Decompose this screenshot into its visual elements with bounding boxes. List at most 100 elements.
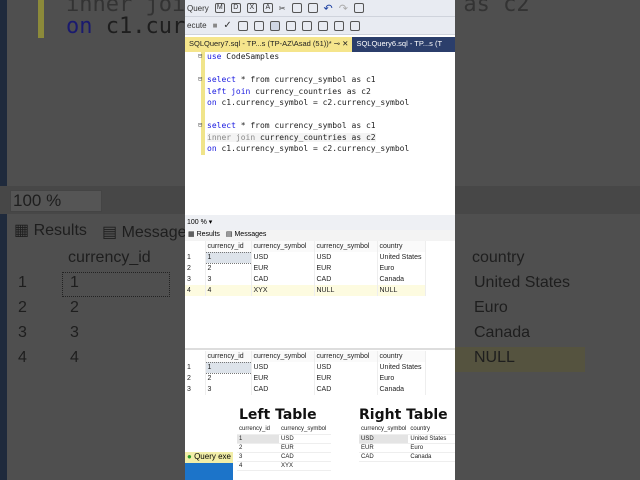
grid-cell[interactable]: EUR <box>251 373 315 384</box>
indent-icon[interactable] <box>349 20 360 31</box>
grid-cell[interactable]: Canada <box>377 274 426 285</box>
dmx-query-icon[interactable]: D <box>230 3 241 13</box>
grid-header-row: currency_id currency_symbol currency_symbo… <box>185 351 426 362</box>
bg-cell-id: 1 <box>70 274 79 291</box>
sql-keyword: left join <box>207 87 251 96</box>
left-table: currency_id currency_symbol 1 USD 2 EUR 3 CAD 4 X… <box>237 425 331 471</box>
activity-monitor-icon[interactable] <box>353 3 364 13</box>
tab-sqlquery6[interactable]: SQLQuery6.sql - TP...s (T <box>352 37 446 52</box>
mini-header-row: currency_id currency_symbol <box>237 425 331 435</box>
grid-header-row: currency_id currency_symbol currency_symbo… <box>185 241 426 252</box>
grid-cell[interactable]: 4 <box>205 285 252 296</box>
messages-label: Messages <box>234 231 267 238</box>
grid-cell[interactable]: 2 <box>205 263 252 274</box>
client-stats-icon[interactable] <box>317 20 328 31</box>
parse-check-icon[interactable]: ✓ <box>223 20 231 31</box>
close-icon[interactable]: ✕ <box>342 39 348 48</box>
results-to-grid-icon[interactable] <box>269 20 280 31</box>
code-line: select * from currency_symbol as c1 <box>207 75 376 84</box>
results-tab[interactable]: ▦ Results <box>188 230 220 241</box>
results-grid-inner-join[interactable]: currency_id currency_symbol currency_symbo… <box>185 351 455 401</box>
collapse-icon[interactable]: ⊟ <box>198 52 202 60</box>
column-header: country <box>377 351 426 362</box>
bg-cell-c: Canada <box>474 324 531 341</box>
pin-icon[interactable]: ⊸ <box>334 39 340 48</box>
column-header: country <box>408 425 455 435</box>
display-plan-icon[interactable] <box>237 20 248 31</box>
xmla-query-icon[interactable]: X <box>246 3 257 13</box>
cut-icon[interactable]: ✂ <box>279 4 286 13</box>
right-table-title: Right Table <box>359 407 448 423</box>
row-number[interactable]: 3 <box>185 384 206 395</box>
tab-sqlquery7[interactable]: SQLQuery7.sql - TP...s (TP-AZ\Asad (51))… <box>185 37 353 52</box>
grid-cell[interactable]: CAD <box>251 274 315 285</box>
row-number[interactable]: 1 <box>185 252 206 263</box>
grid-cell[interactable]: 2 <box>205 373 252 384</box>
new-query-button[interactable]: Query <box>187 4 209 13</box>
grid-cell[interactable]: United States <box>377 252 426 263</box>
row-number[interactable]: 2 <box>185 263 206 274</box>
grid-cell[interactable]: 3 <box>205 274 252 285</box>
table-cell: XYX <box>279 461 331 471</box>
document-tabs: SQLQuery7.sql - TP...s (TP-AZ\Asad (51))… <box>185 37 455 52</box>
grid-cell[interactable]: 1 <box>204 251 252 264</box>
grid-cell[interactable]: CAD <box>251 384 315 395</box>
grid-cell[interactable]: CAD <box>314 384 378 395</box>
row-number[interactable]: 4 <box>185 285 206 296</box>
redo-icon[interactable]: ↷ <box>339 2 348 15</box>
table-row: 3 3 CAD CAD Canada <box>185 384 426 395</box>
grid-cell[interactable]: EUR <box>314 263 378 274</box>
grid-cell[interactable]: 1 <box>204 361 252 374</box>
paste-icon[interactable] <box>307 3 318 13</box>
table-row: 3 3 CAD CAD Canada <box>185 274 426 285</box>
grid-cell[interactable]: EUR <box>251 263 315 274</box>
table-row: 3 CAD <box>237 452 331 462</box>
intellisense-icon[interactable] <box>253 20 264 31</box>
code-line: use CodeSamples <box>207 52 279 61</box>
bg-cell-c: Euro <box>474 299 508 316</box>
mdx-query-icon[interactable]: M <box>214 3 225 13</box>
tab-label: SQLQuery7.sql - TP...s (TP-AZ\Asad (51))… <box>189 39 332 48</box>
grid-cell[interactable]: NULL <box>377 285 426 296</box>
grid-cell[interactable]: USD <box>314 252 378 263</box>
row-number[interactable]: 1 <box>185 362 206 373</box>
dax-query-icon[interactable]: A <box>262 3 273 13</box>
grid-cell[interactable]: Euro <box>377 373 426 384</box>
grid-cell[interactable]: NULL <box>314 285 378 296</box>
table-row: 4 4 XYX NULL NULL <box>185 285 426 296</box>
grid-cell[interactable]: 3 <box>205 384 252 395</box>
table-row: 4 XYX <box>237 461 331 471</box>
grid-cell[interactable]: EUR <box>314 373 378 384</box>
grid-cell[interactable]: USD <box>251 362 315 373</box>
comment-icon[interactable] <box>333 20 344 31</box>
sql-text: currency_countries as c2 <box>255 133 376 142</box>
row-number[interactable]: 2 <box>185 373 206 384</box>
grid-cell[interactable]: CAD <box>314 274 378 285</box>
messages-tab[interactable]: ▤ Messages <box>226 230 266 241</box>
collapse-icon[interactable]: ⊟ <box>198 121 202 129</box>
collapse-icon[interactable]: ⊟ <box>198 75 202 83</box>
include-plan-icon[interactable] <box>285 20 296 31</box>
table-cell: USD <box>279 434 331 444</box>
grid-cell[interactable]: XYX <box>251 285 315 296</box>
zoom-select[interactable]: 100 % <box>187 219 207 226</box>
row-number[interactable]: 3 <box>185 274 206 285</box>
grid-cell[interactable]: USD <box>251 252 315 263</box>
undo-icon[interactable]: ↶ <box>324 2 333 15</box>
result-tabs: ▦ Results ▤ Messages <box>185 230 455 241</box>
column-header: currency_id <box>237 425 279 435</box>
bg-cell-id: 2 <box>70 299 79 316</box>
results-grid-left-join[interactable]: currency_id currency_symbol currency_symbo… <box>185 241 455 350</box>
live-stats-icon[interactable] <box>301 20 312 31</box>
grid-cell[interactable]: Canada <box>377 384 426 395</box>
grid-cell[interactable]: USD <box>314 362 378 373</box>
execute-button[interactable]: ecute <box>187 21 207 30</box>
copy-icon[interactable] <box>291 3 302 13</box>
grid-cell[interactable]: United States <box>377 362 426 373</box>
grid-cell[interactable]: Euro <box>377 263 426 274</box>
row-number-header <box>185 241 206 252</box>
table-row: 1 USD <box>237 434 331 444</box>
query-editor[interactable]: use CodeSamples ⊟ select * from currency_s… <box>185 52 455 215</box>
ssms-window: Query MDXA ✂ ↶ ↷ ecute ■ ✓ SQLQuery7.sql … <box>185 0 455 480</box>
stop-icon[interactable]: ■ <box>213 21 218 30</box>
